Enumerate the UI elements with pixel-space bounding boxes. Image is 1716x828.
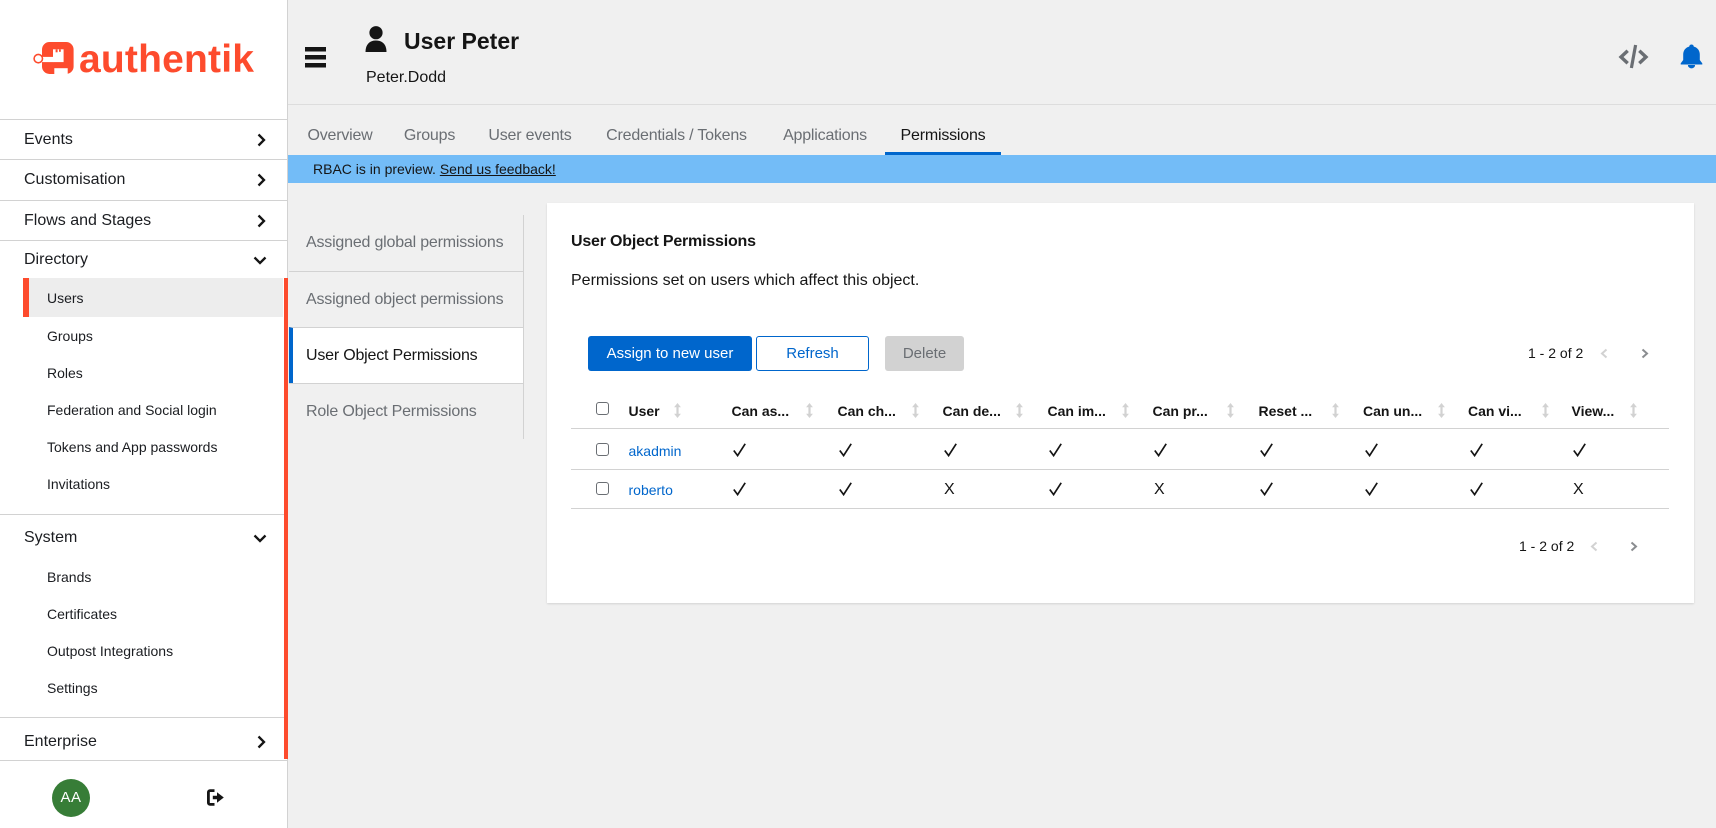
svg-text:authentik: authentik (79, 38, 254, 80)
